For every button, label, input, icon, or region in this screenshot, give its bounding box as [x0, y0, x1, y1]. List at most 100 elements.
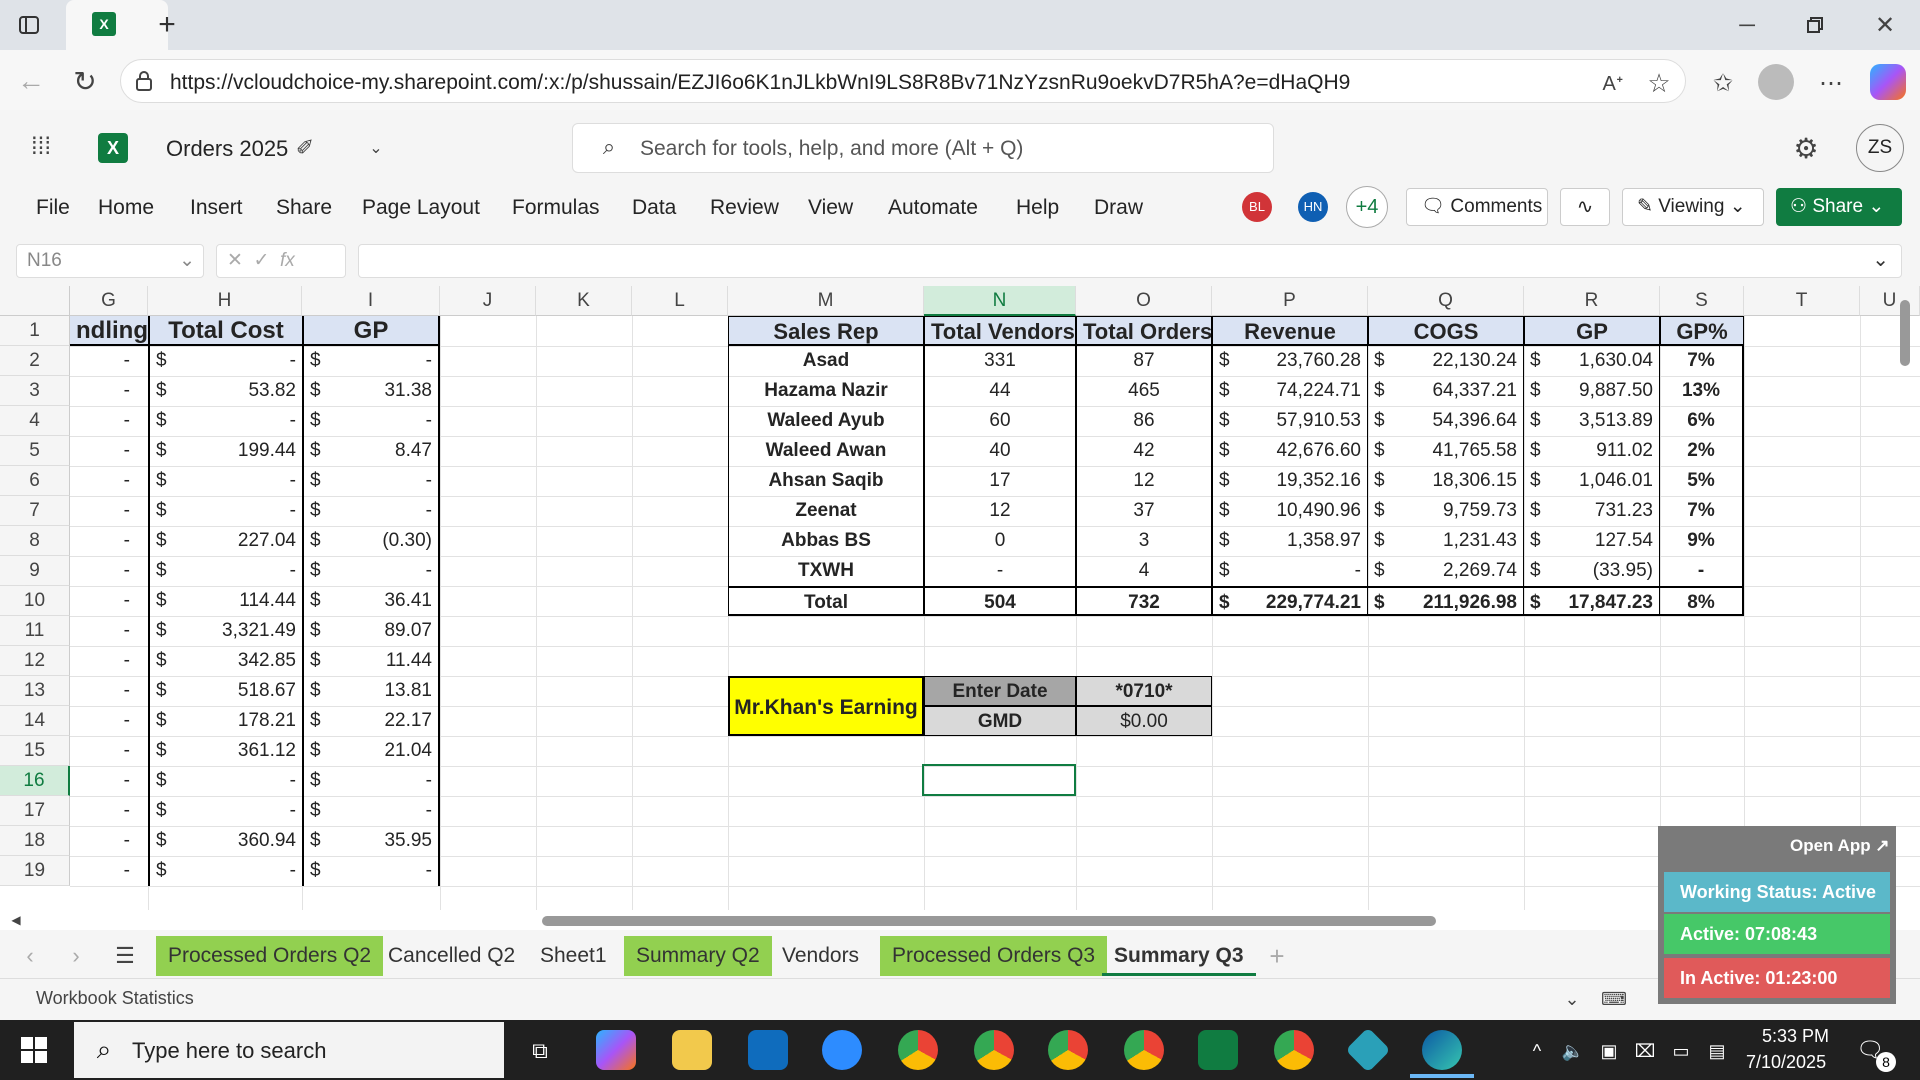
- total-orders-value[interactable]: 465: [1076, 376, 1212, 406]
- gp-value[interactable]: (0.30): [332, 526, 440, 556]
- battery-icon[interactable]: ▭: [1668, 1036, 1694, 1066]
- row-header-10[interactable]: 10: [0, 586, 70, 616]
- sheet-tab-summary-q2[interactable]: Summary Q2: [624, 936, 772, 976]
- menu-draw[interactable]: Draw: [1094, 196, 1143, 220]
- tools-icon[interactable]: ✐: [290, 132, 320, 164]
- total-orders-value[interactable]: 4: [1076, 556, 1212, 586]
- gp-percent-value[interactable]: 9%: [1660, 526, 1744, 556]
- gp-value[interactable]: 3,513.89: [1550, 406, 1660, 436]
- file-explorer-icon[interactable]: [672, 1030, 712, 1070]
- chrome-icon[interactable]: [1124, 1030, 1164, 1070]
- sheet-tab-processed-orders-q2[interactable]: Processed Orders Q2: [156, 936, 384, 976]
- document-title[interactable]: Orders 2025: [166, 136, 288, 162]
- menu-page-layout[interactable]: Page Layout: [362, 196, 480, 220]
- handling-value[interactable]: -: [70, 496, 136, 526]
- gp-value[interactable]: 1,630.04: [1550, 346, 1660, 376]
- row-header-13[interactable]: 13: [0, 676, 70, 706]
- windows-start-icon[interactable]: [14, 1032, 54, 1068]
- gp-percent-value[interactable]: 2%: [1660, 436, 1744, 466]
- currency-symbol[interactable]: $: [302, 766, 332, 796]
- sheet-tab-processed-orders-q3[interactable]: Processed Orders Q3: [880, 936, 1108, 976]
- currency-symbol[interactable]: $: [302, 706, 332, 736]
- revenue-value[interactable]: 19,352.16: [1238, 466, 1368, 496]
- revenue-value[interactable]: -: [1238, 556, 1368, 586]
- clock-time[interactable]: 5:33 PM: [1762, 1026, 1829, 1047]
- row-header-19[interactable]: 19: [0, 856, 70, 886]
- column-header-h[interactable]: H: [148, 286, 302, 316]
- handling-value[interactable]: -: [70, 736, 136, 766]
- all-sheets-icon[interactable]: ☰: [110, 940, 140, 972]
- sales-rep-name[interactable]: Zeenat: [728, 496, 924, 526]
- total-orders-value[interactable]: 87: [1076, 346, 1212, 376]
- currency-symbol[interactable]: $: [1524, 376, 1550, 406]
- viewing-mode-button[interactable]: ✎ Viewing ⌄: [1622, 188, 1764, 226]
- currency-symbol[interactable]: $: [148, 646, 178, 676]
- profile-icon[interactable]: [1758, 64, 1794, 100]
- new-tab-icon[interactable]: +: [150, 8, 184, 42]
- currency-symbol[interactable]: $: [1368, 556, 1394, 586]
- summary-header-revenue[interactable]: Revenue: [1212, 316, 1368, 346]
- handling-value[interactable]: -: [70, 586, 136, 616]
- handling-value[interactable]: -: [70, 856, 136, 886]
- currency-symbol[interactable]: $: [1212, 586, 1238, 616]
- total-cost-value[interactable]: 178.21: [178, 706, 302, 736]
- total-cost-value[interactable]: -: [178, 406, 302, 436]
- total-vendors-value[interactable]: 44: [924, 376, 1076, 406]
- row-header-3[interactable]: 3: [0, 376, 70, 406]
- currency-symbol[interactable]: $: [148, 616, 178, 646]
- gp-value[interactable]: 22.17: [332, 706, 440, 736]
- currency-symbol[interactable]: $: [302, 406, 332, 436]
- summary-header-total-vendors[interactable]: Total Vendors: [924, 316, 1076, 346]
- currency-symbol[interactable]: $: [1368, 406, 1394, 436]
- currency-symbol[interactable]: $: [1368, 346, 1394, 376]
- total-cost-value[interactable]: 342.85: [178, 646, 302, 676]
- sales-rep-name[interactable]: Asad: [728, 346, 924, 376]
- summary-header-sales-rep[interactable]: Sales Rep: [728, 316, 924, 346]
- gp-value[interactable]: 89.07: [332, 616, 440, 646]
- header-handling[interactable]: ndling: [70, 316, 148, 346]
- menu-file[interactable]: File: [36, 196, 70, 220]
- earning-label[interactable]: Mr.Khan's Earning: [728, 676, 924, 736]
- more-icon[interactable]: ⋯: [1814, 66, 1848, 100]
- column-header-g[interactable]: G: [70, 286, 148, 316]
- column-header-n[interactable]: N: [924, 286, 1076, 316]
- horizontal-scrollbar[interactable]: [542, 916, 1436, 926]
- total-vendors-value[interactable]: 17: [924, 466, 1076, 496]
- copilot-icon[interactable]: [1870, 64, 1906, 100]
- app-launcher-icon[interactable]: ⁞⁞⁞: [24, 130, 58, 164]
- row-header-16[interactable]: 16: [0, 766, 70, 796]
- row-header-15[interactable]: 15: [0, 736, 70, 766]
- gp-percent-value[interactable]: 5%: [1660, 466, 1744, 496]
- handling-value[interactable]: -: [70, 706, 136, 736]
- handling-value[interactable]: -: [70, 466, 136, 496]
- total-orders-value[interactable]: 86: [1076, 406, 1212, 436]
- favorites-icon[interactable]: ✩: [1706, 66, 1740, 100]
- revenue-value[interactable]: 1,358.97: [1238, 526, 1368, 556]
- currency-symbol[interactable]: $: [302, 796, 332, 826]
- column-header-r[interactable]: R: [1524, 286, 1660, 316]
- activity-button[interactable]: ∿: [1560, 188, 1610, 226]
- currency-symbol[interactable]: $: [148, 496, 178, 526]
- total-cost-value[interactable]: -: [178, 496, 302, 526]
- spreadsheet-grid[interactable]: G H I J K L M N O P Q R S T U 1 2 3 4 5 6 7 8 9 10 11 12 13 14 15 16 17…: [0, 286, 1920, 910]
- total-orders-value[interactable]: 37: [1076, 496, 1212, 526]
- cogs-value[interactable]: 2,269.74: [1394, 556, 1524, 586]
- currency-symbol[interactable]: $: [148, 466, 178, 496]
- sales-rep-name[interactable]: Abbas BS: [728, 526, 924, 556]
- check-icon[interactable]: ✓: [253, 250, 269, 271]
- gp-value[interactable]: -: [332, 556, 440, 586]
- edge-icon[interactable]: [1422, 1030, 1462, 1070]
- handling-value[interactable]: -: [70, 526, 136, 556]
- collaborators-more[interactable]: +4: [1346, 186, 1388, 228]
- sheet-tab-vendors[interactable]: Vendors: [770, 936, 871, 976]
- sales-rep-name[interactable]: Waleed Awan: [728, 436, 924, 466]
- currency-symbol[interactable]: $: [148, 826, 178, 856]
- gp-value[interactable]: 17,847.23: [1550, 586, 1660, 616]
- chrome-profile-4-icon[interactable]: [1274, 1030, 1314, 1070]
- currency-symbol[interactable]: $: [1212, 526, 1238, 556]
- currency-symbol[interactable]: $: [148, 856, 178, 886]
- vpn-icon[interactable]: ⌧: [1632, 1036, 1658, 1066]
- gp-value[interactable]: 21.04: [332, 736, 440, 766]
- sales-rep-name[interactable]: Ahsan Saqib: [728, 466, 924, 496]
- currency-symbol[interactable]: $: [1212, 406, 1238, 436]
